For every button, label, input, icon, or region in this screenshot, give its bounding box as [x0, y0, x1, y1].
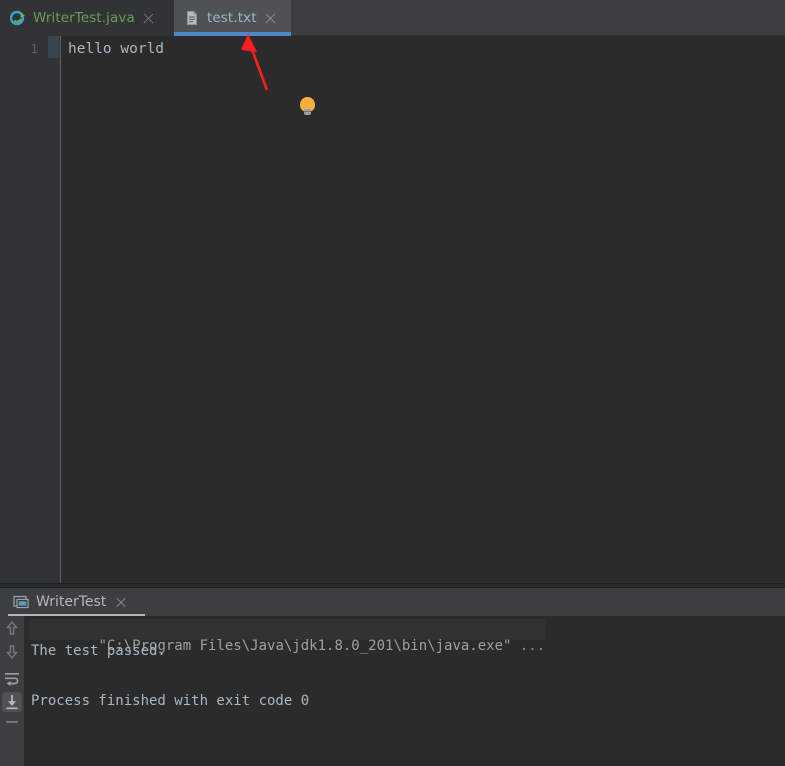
editor-tab-bar: WriterTest.java test.txt: [0, 0, 785, 36]
text-file-icon: [184, 10, 200, 26]
lightbulb-base: [304, 109, 311, 115]
editor-area[interactable]: 1 hello world: [0, 36, 785, 583]
lightbulb-base-line: [304, 111, 311, 112]
console-header: WriterTest: [0, 588, 785, 616]
run-tool-window: WriterTest "C:\Program Files\Java\jdk1.8…: [0, 588, 785, 766]
close-icon[interactable]: [115, 596, 127, 608]
console-line-command: "C:\Program Files\Java\jdk1.8.0_201\bin\…: [29, 619, 546, 654]
ide-window: WriterTest.java test.txt 1 hello world W…: [0, 0, 785, 766]
down-arrow-icon[interactable]: [2, 642, 22, 662]
editor-tab-writertest-java[interactable]: WriterTest.java: [0, 0, 174, 36]
soft-wrap-icon[interactable]: [2, 669, 22, 689]
close-icon[interactable]: [142, 12, 155, 25]
editor-tab-test-txt[interactable]: test.txt: [174, 0, 291, 36]
console-line-exit: Process finished with exit code 0: [31, 693, 310, 709]
line-number: 1: [30, 41, 38, 56]
up-arrow-icon[interactable]: [2, 618, 22, 638]
scroll-to-end-icon[interactable]: [2, 692, 22, 712]
console-output[interactable]: "C:\Program Files\Java\jdk1.8.0_201\bin\…: [24, 616, 785, 766]
editor-text-line: hello world: [68, 41, 165, 57]
run-console-icon: [13, 594, 29, 610]
print-icon[interactable]: [2, 719, 22, 739]
editor-tab-label: WriterTest.java: [33, 10, 135, 26]
console-tab-writertest[interactable]: WriterTest: [8, 588, 133, 616]
editor-tab-label: test.txt: [207, 10, 257, 26]
console-command-ellipsis: ...: [519, 638, 546, 654]
gutter-divider: [60, 36, 61, 583]
java-class-icon: [9, 10, 26, 26]
editor-gutter[interactable]: 1: [0, 36, 60, 583]
close-icon[interactable]: [264, 12, 277, 25]
lightbulb-icon[interactable]: [299, 97, 316, 116]
changed-lines-marker[interactable]: [48, 36, 59, 58]
console-tab-label: WriterTest: [36, 594, 107, 610]
console-line-result: The test passed.: [31, 643, 166, 659]
console-toolbar: [0, 616, 24, 766]
